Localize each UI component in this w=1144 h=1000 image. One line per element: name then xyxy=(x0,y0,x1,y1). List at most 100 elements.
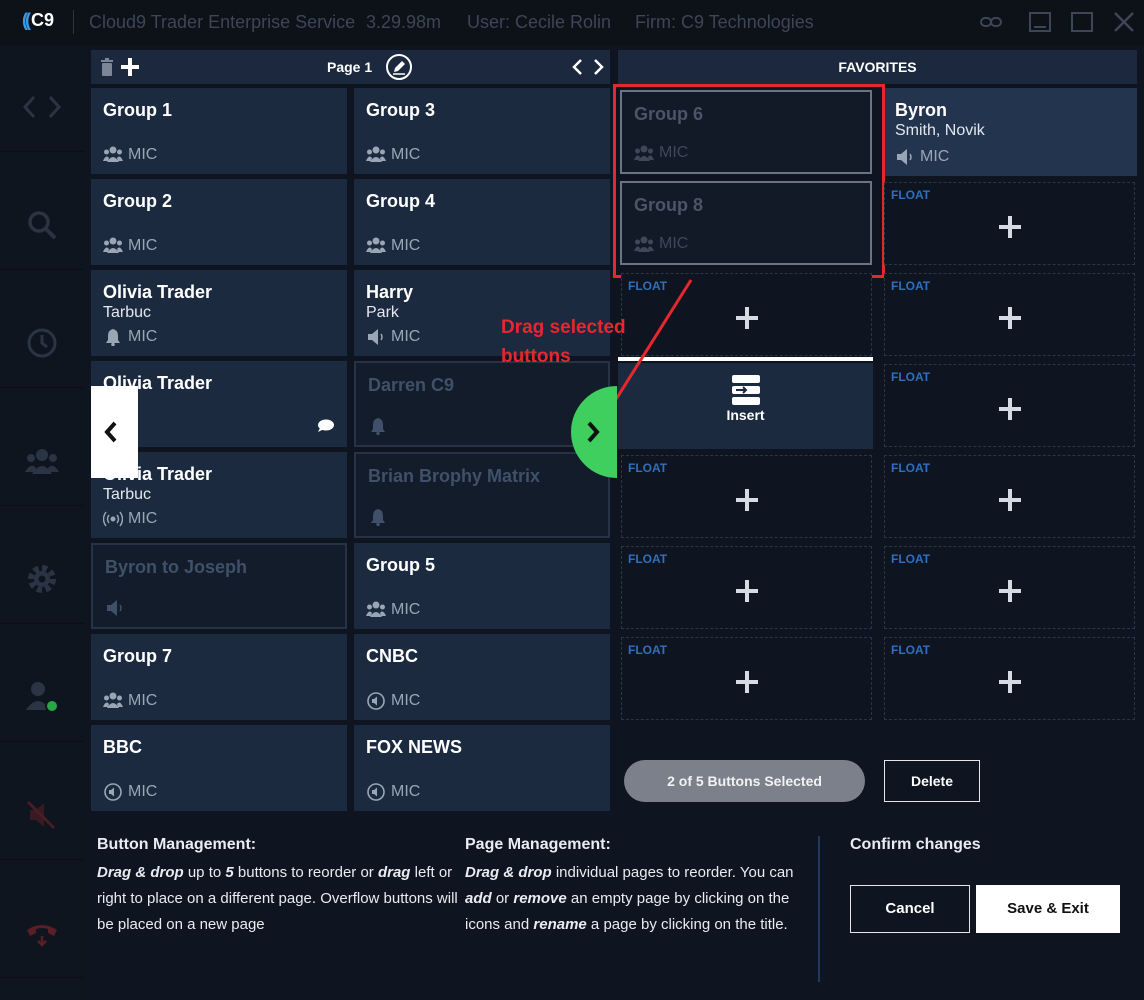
button-title: Darren C9 xyxy=(368,375,455,395)
add-icon xyxy=(735,488,758,511)
add-icon xyxy=(998,488,1021,511)
link-icon[interactable] xyxy=(978,10,1004,34)
page-button[interactable]: CNBC MIC xyxy=(354,634,610,720)
title-bar: ((C9 Cloud9 Trader Enterprise Service 3.… xyxy=(0,0,1144,46)
button-mic-label: MIC xyxy=(128,237,158,254)
page-button[interactable]: BBC MIC xyxy=(91,725,347,811)
app-version: 3.29.98m xyxy=(366,12,442,32)
float-slot[interactable]: FLOAT xyxy=(884,637,1135,720)
float-slot[interactable]: FLOAT xyxy=(884,546,1135,629)
sidebar-item-search[interactable] xyxy=(0,180,84,270)
group-icon xyxy=(366,146,386,162)
button-title: Byron xyxy=(895,100,948,120)
bell-icon xyxy=(371,509,385,526)
settings-gear-icon xyxy=(28,564,56,593)
page-button[interactable]: Brian Brophy Matrix xyxy=(354,452,610,538)
button-mic-label: MIC xyxy=(128,146,158,163)
favorite-button-byron[interactable]: Byron Smith, Novik MIC xyxy=(883,88,1137,176)
button-title: Olivia Trader xyxy=(103,282,213,302)
page-button[interactable]: Group 2 MIC xyxy=(91,179,347,265)
page-button[interactable]: FOX NEWS MIC xyxy=(354,725,610,811)
button-mic-label: MIC xyxy=(128,692,158,709)
add-page-icon[interactable] xyxy=(121,58,139,76)
button-title: FOX NEWS xyxy=(366,737,463,757)
save-exit-button[interactable]: Save & Exit xyxy=(976,885,1120,933)
trash-icon[interactable] xyxy=(101,58,113,76)
circle-speaker-icon xyxy=(367,692,385,710)
user-name: User: Cecile Rolin xyxy=(467,12,612,32)
float-label: FLOAT xyxy=(628,552,668,566)
page-button[interactable]: Group 4 MIC xyxy=(354,179,610,265)
sidebar-item-settings[interactable] xyxy=(0,534,84,624)
rename-pencil-icon[interactable] xyxy=(385,53,413,81)
cancel-button[interactable]: Cancel xyxy=(850,885,970,933)
add-icon xyxy=(998,579,1021,602)
sidebar-item-history[interactable] xyxy=(0,298,84,388)
sidebar xyxy=(0,46,84,1000)
button-management-text: Drag & drop up to 5 buttons to reorder o… xyxy=(97,864,458,933)
page-button[interactable]: Byron to Joseph xyxy=(91,543,347,629)
page-button[interactable]: Olivia Trader Tarbuc MIC xyxy=(91,270,347,356)
sidebar-item-code[interactable] xyxy=(0,62,84,152)
float-label: FLOAT xyxy=(891,643,931,657)
float-slot[interactable]: FLOAT xyxy=(621,637,872,720)
page-button[interactable]: Group 5 MIC xyxy=(354,543,610,629)
float-label: FLOAT xyxy=(628,643,668,657)
chevron-right-icon xyxy=(587,421,600,443)
float-slot[interactable]: FLOAT xyxy=(621,455,872,538)
page-button[interactable]: Group 1 MIC xyxy=(91,88,347,174)
button-title: Group 2 xyxy=(103,191,173,211)
float-label: FLOAT xyxy=(891,370,931,384)
minimize-icon[interactable] xyxy=(1028,10,1052,34)
button-title: Group 1 xyxy=(103,100,173,120)
delete-button[interactable]: Delete xyxy=(884,760,980,802)
page-management-text: Drag & drop individual pages to reorder.… xyxy=(465,864,794,933)
button-subtitle: Smith, Novik xyxy=(895,122,985,139)
button-mic-label: MIC xyxy=(128,328,158,345)
sidebar-item-mute[interactable] xyxy=(0,770,84,860)
button-title: BBC xyxy=(103,737,142,757)
circle-speaker-icon xyxy=(367,783,385,801)
page-button[interactable]: Group 7 MIC xyxy=(91,634,347,720)
button-mic-label: MIC xyxy=(128,783,158,800)
maximize-icon[interactable] xyxy=(1070,10,1094,34)
button-mic-label: MIC xyxy=(391,146,421,163)
button-mic-label: MIC xyxy=(128,510,158,527)
page-management-title: Page Management: xyxy=(465,836,611,853)
float-slot[interactable]: FLOAT xyxy=(884,182,1135,265)
button-title: Group 7 xyxy=(103,646,173,666)
float-slot[interactable]: FLOAT xyxy=(884,455,1135,538)
drag-annotation: Drag selected buttons xyxy=(501,317,626,367)
circle-speaker-icon xyxy=(104,783,122,801)
add-icon xyxy=(735,306,758,329)
search-icon xyxy=(28,210,57,239)
float-label: FLOAT xyxy=(891,279,931,293)
page-title[interactable]: Page 1 xyxy=(327,59,372,75)
button-title: Harry xyxy=(366,282,414,302)
sidebar-item-contacts[interactable] xyxy=(0,416,84,506)
float-slot[interactable]: FLOAT xyxy=(884,364,1135,447)
float-label: FLOAT xyxy=(628,461,668,475)
close-icon[interactable] xyxy=(1112,10,1136,34)
group-icon xyxy=(366,237,386,253)
app-name: Cloud9 Trader Enterprise Service xyxy=(89,12,356,32)
button-subtitle: Tarbuc xyxy=(103,486,152,503)
button-mic-label: MIC xyxy=(391,692,421,709)
button-mic-label: MIC xyxy=(391,601,421,618)
sidebar-item-hangup[interactable] xyxy=(0,888,84,978)
button-mic-label: MIC xyxy=(391,328,421,345)
next-page-icon[interactable] xyxy=(593,58,605,76)
button-title: Group 4 xyxy=(366,191,436,211)
selection-status-pill: 2 of 5 Buttons Selected xyxy=(624,760,865,802)
button-management-help: Button Management: Drag & drop up to 5 b… xyxy=(97,834,467,938)
float-slot[interactable]: FLOAT xyxy=(621,546,872,629)
float-slot[interactable]: FLOAT xyxy=(884,273,1135,356)
sidebar-item-user-status[interactable] xyxy=(0,652,84,742)
chevron-left-icon xyxy=(104,421,117,443)
button-title: Group 3 xyxy=(366,100,436,120)
prev-page-icon[interactable] xyxy=(571,58,583,76)
page-button[interactable]: Group 3 MIC xyxy=(354,88,610,174)
add-icon xyxy=(735,670,758,693)
user-status-icon xyxy=(26,681,59,713)
add-icon xyxy=(998,306,1021,329)
